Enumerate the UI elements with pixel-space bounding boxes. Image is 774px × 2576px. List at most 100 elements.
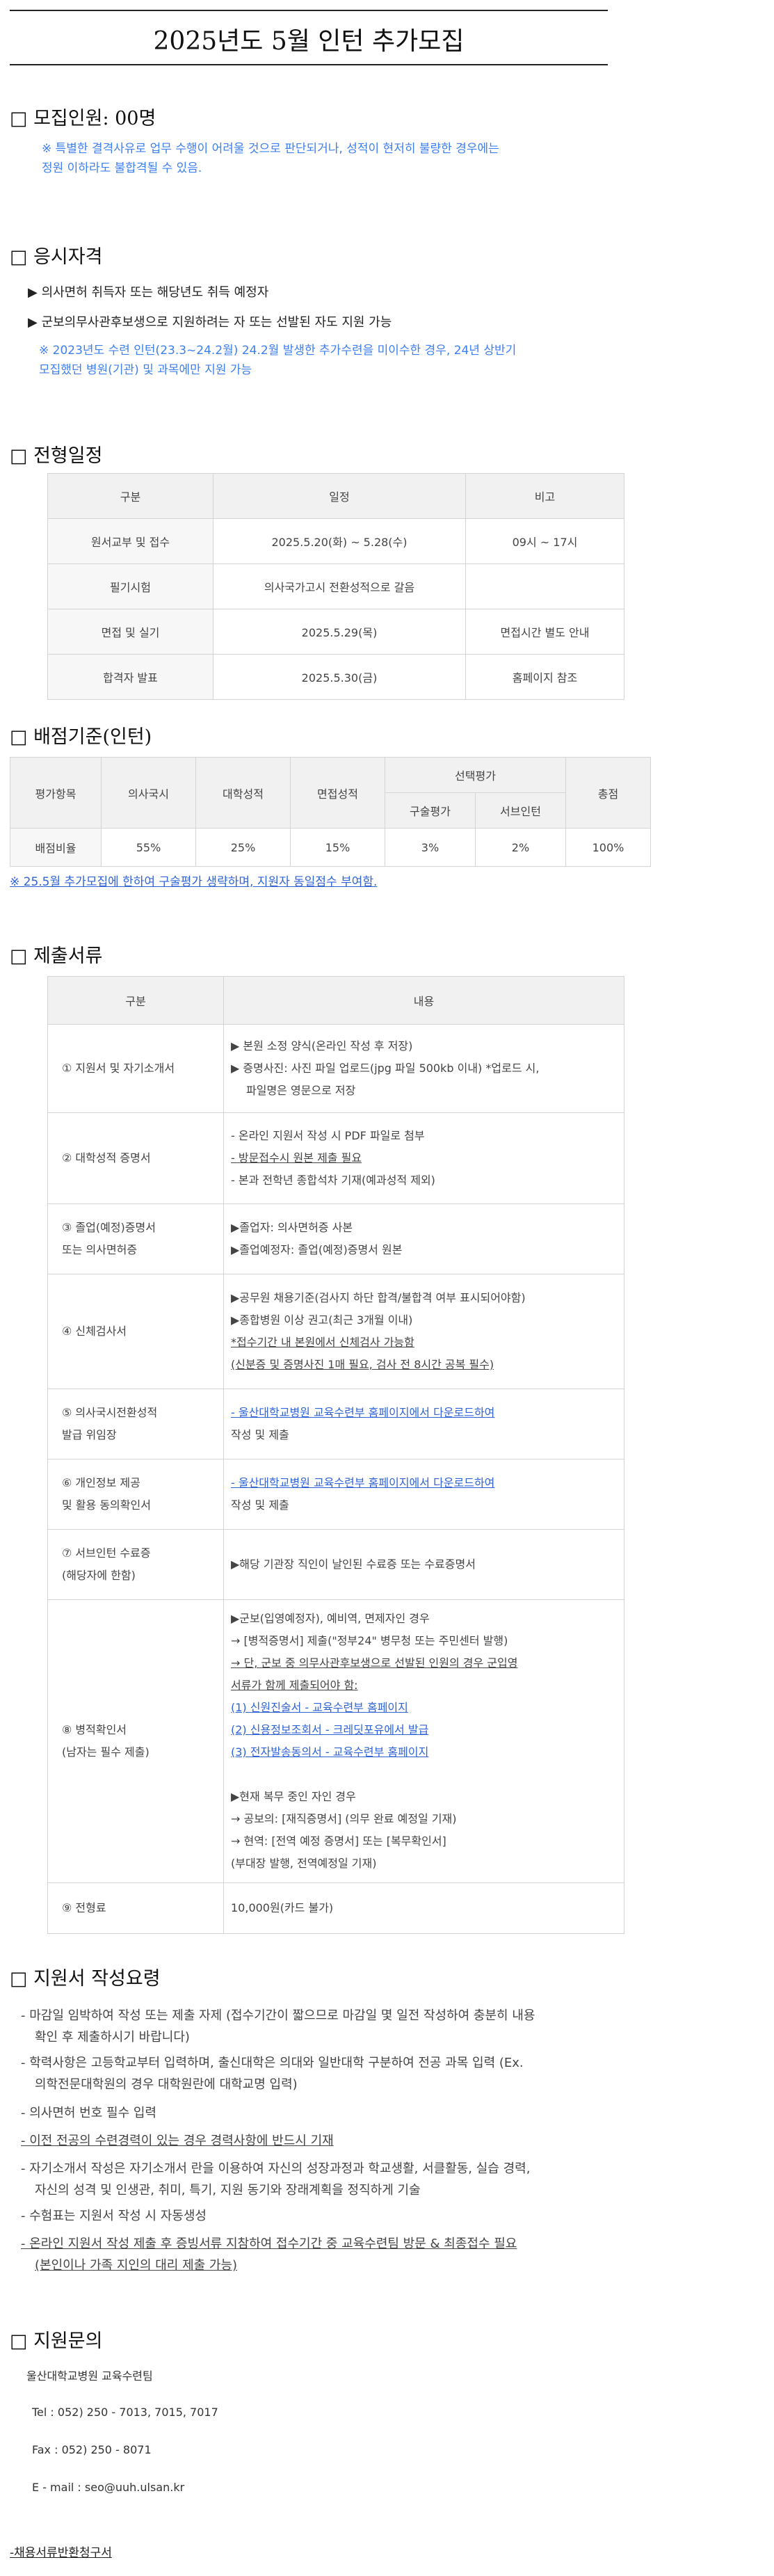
writing-item: - 온라인 지원서 작성 제출 후 증빙서류 지참하여 접수기간 중 교육수련팀… <box>21 2233 647 2276</box>
scoring-header: 선택평가 <box>385 757 566 793</box>
doc-content: - 온라인 지원서 작성 시 PDF 파일로 첨부 - 방문접수시 원본 제출 … <box>223 1112 624 1204</box>
schedule-col-header: 구분 <box>47 473 213 519</box>
scoring-header: 구술평가 <box>385 792 476 829</box>
writing-line: - 학력사항은 고등학교부터 입력하며, 출신대학은 의대와 일반대학 구분하여… <box>21 2056 524 2070</box>
doc-name: ① 지원서 및 자기소개서 <box>47 1024 224 1113</box>
doc-name-line: ⑤ 의사국시전환성적 <box>62 1406 158 1419</box>
documents-heading: □ 제출서류 <box>10 945 103 967</box>
writing-line: 자신의 성격 및 인생관, 취미, 특기, 지원 동기와 장래계획을 정직하게 … <box>35 2183 421 2198</box>
writing-item: - 마감일 임박하여 작성 또는 제출 자제 (접수기간이 짧으므로 마감일 몇… <box>21 2005 647 2048</box>
doc-name: ⑦ 서브인턴 수료증 (해당자에 한함) <box>47 1529 224 1600</box>
schedule-cell: 홈페이지 참조 <box>465 654 624 700</box>
doc-line: → [병적증명서] 제출("정부24" 병무청 또는 주민센터 발행) <box>231 1634 508 1647</box>
schedule-cell <box>465 563 624 609</box>
doc-name-line: 또는 의사면허증 <box>62 1243 138 1256</box>
documents-table: 구분 내용 ① 지원서 및 자기소개서 ▶ 본원 소정 양식(온라인 작성 후 … <box>47 976 624 1934</box>
writing-item: - 학력사항은 고등학교부터 입력하며, 출신대학은 의대와 일반대학 구분하여… <box>21 2052 647 2095</box>
schedule-cell: 원서교부 및 접수 <box>47 518 213 564</box>
homepage-link[interactable]: (3) 전자발송동의서 - 교육수련부 홈페이지 <box>231 1741 617 1763</box>
doc-line: ▶공무원 채용기준(검사지 하단 합격/불합격 여부 표시되어야함) <box>231 1291 526 1304</box>
schedule-table: 구분 일정 비고 원서교부 및 접수 2025.5.20(화) ~ 5.28(수… <box>47 473 624 700</box>
doc-line: ▶종합병원 이상 권고(최근 3개월 이내) <box>231 1313 413 1327</box>
schedule-cell: 09시 ~ 17시 <box>465 518 624 564</box>
doc-name-line: ⑨ 전형료 <box>62 1901 106 1914</box>
doc-line: ▶ 증명사진: 사진 파일 업로드(jpg 파일 500kb 이내) *업로드 … <box>231 1062 540 1075</box>
scoring-header: 총점 <box>565 757 651 829</box>
doc-content: - 울산대학교병원 교육수련부 홈페이지에서 다운로드하여 작성 및 제출 <box>223 1459 624 1530</box>
documents-col-header: 구분 <box>47 976 224 1025</box>
qualification-note: ※ 2023년도 수련 인턴(23.3~24.2월) 24.2월 발생한 추가수… <box>39 341 516 380</box>
writing-item: - 이전 전공의 수련경력이 있는 경우 경력사항에 반드시 기재 <box>21 2130 647 2152</box>
homepage-download-link[interactable]: - 울산대학교병원 교육수련부 홈페이지에서 다운로드하여 <box>231 1402 617 1424</box>
table-row: ③ 졸업(예정)증명서 또는 의사면허증 ▶졸업자: 의사면허증 사본 ▶졸업예… <box>47 1203 624 1274</box>
table-row: ⑨ 전형료 10,000원(카드 불가) <box>47 1882 624 1934</box>
scoring-cell: 15% <box>290 828 385 867</box>
doc-name-line: ⑧ 병적확인서 <box>62 1723 127 1736</box>
writing-line: 의학전문대학원의 경우 대학원란에 대학교명 입력) <box>35 2077 298 2092</box>
table-row: ② 대학성적 증명서 - 온라인 지원서 작성 시 PDF 파일로 첨부 - 방… <box>47 1112 624 1204</box>
homepage-download-link[interactable]: - 울산대학교병원 교육수련부 홈페이지에서 다운로드하여 <box>231 1472 617 1494</box>
scoring-cell: 3% <box>385 828 476 867</box>
doc-content: 10,000원(카드 불가) <box>223 1882 624 1934</box>
scoring-header: 평가항목 <box>10 757 102 829</box>
schedule-col-header: 일정 <box>213 473 466 519</box>
table-row: ⑦ 서브인턴 수료증 (해당자에 한함) ▶해당 기관장 직인이 날인된 수료증… <box>47 1529 624 1600</box>
doc-name: ⑧ 병적확인서 (남자는 필수 제출) <box>47 1599 224 1883</box>
contact-email: E - mail : seo@uuh.ulsan.kr <box>32 2481 185 2494</box>
writing-item: - 의사면허 번호 필수 입력 <box>21 2102 647 2124</box>
doc-content: ▶해당 기관장 직인이 날인된 수료증 또는 수료증명서 <box>223 1529 624 1600</box>
recruit-note-line: 정원 이하라도 불합격될 수 있음. <box>42 161 202 175</box>
qualification-item: ▶ 군보의무사관후보생으로 지원하려는 자 또는 선발된 자도 지원 가능 <box>28 315 392 330</box>
table-row: ⑥ 개인정보 제공 및 활용 동의확인서 - 울산대학교병원 교육수련부 홈페이… <box>47 1459 624 1530</box>
doc-line: - 온라인 지원서 작성 시 PDF 파일로 첨부 <box>231 1129 425 1142</box>
doc-line: 작성 및 제출 <box>231 1498 289 1512</box>
doc-line: → 현역: [전역 예정 증명서] 또는 [복무확인서] <box>231 1834 446 1848</box>
scoring-note: ※ 25.5월 추가모집에 한하여 구술평가 생략하며, 지원자 동일점수 부여… <box>10 875 378 889</box>
doc-name: ⑨ 전형료 <box>47 1882 224 1934</box>
documents-col-header: 내용 <box>223 976 624 1025</box>
doc-content: - 울산대학교병원 교육수련부 홈페이지에서 다운로드하여 작성 및 제출 <box>223 1389 624 1459</box>
qualification-item: ▶ 의사면허 취득자 또는 해당년도 취득 예정자 <box>28 285 269 300</box>
homepage-link[interactable]: (1) 신원진술서 - 교육수련부 홈페이지 <box>231 1697 617 1719</box>
schedule-cell: 면접시간 별도 안내 <box>465 609 624 655</box>
doc-content: ▶공무원 채용기준(검사지 하단 합격/불합격 여부 표시되어야함) ▶종합병원… <box>223 1274 624 1389</box>
creditforyou-link[interactable]: (2) 신용정보조회서 - 크레딧포유에서 발급 <box>231 1719 617 1741</box>
schedule-cell: 합격자 발표 <box>47 654 213 700</box>
writing-line: 확인 후 제출하시기 바랍니다) <box>35 2030 190 2045</box>
writing-line: - 이전 전공의 수련경력이 있는 경우 경력사항에 반드시 기재 <box>21 2134 334 2148</box>
doc-line: (신분증 및 증명사진 1매 필요, 검사 전 8시간 공복 필수) <box>231 1358 494 1371</box>
doc-line: ▶졸업자: 의사면허증 사본 <box>231 1221 353 1234</box>
schedule-cell: 필기시험 <box>47 563 213 609</box>
table-row: ⑧ 병적확인서 (남자는 필수 제출) ▶군보(입영예정자), 예비역, 면제자… <box>47 1599 624 1883</box>
table-row: 면접 및 실기 2025.5.29(목) 면접시간 별도 안내 <box>47 609 624 655</box>
schedule-cell: 2025.5.30(금) <box>213 654 466 700</box>
documents-header-row: 구분 내용 <box>47 976 624 1025</box>
scoring-cell: 100% <box>565 828 651 867</box>
doc-name-line: ④ 신체검사서 <box>62 1325 127 1338</box>
table-row: ① 지원서 및 자기소개서 ▶ 본원 소정 양식(온라인 작성 후 저장) ▶ … <box>47 1024 624 1113</box>
table-row: 배점비율 55% 25% 15% 3% 2% 100% <box>10 828 651 867</box>
doc-name: ⑤ 의사국시전환성적 발급 위임장 <box>47 1389 224 1459</box>
writing-line: - 온라인 지원서 작성 제출 후 증빙서류 지참하여 접수기간 중 교육수련팀… <box>21 2237 517 2251</box>
writing-line: - 의사면허 번호 필수 입력 <box>21 2106 156 2120</box>
doc-line: ▶해당 기관장 직인이 날인된 수료증 또는 수료증명서 <box>231 1558 476 1571</box>
doc-name-line: 발급 위임장 <box>62 1428 117 1441</box>
doc-line: ▶ 본원 소정 양식(온라인 작성 후 저장) <box>231 1039 413 1053</box>
doc-spacer <box>231 1763 617 1786</box>
schedule-cell: 2025.5.29(목) <box>213 609 466 655</box>
scoring-cell: 25% <box>195 828 291 867</box>
doc-name-line: (남자는 필수 제출) <box>62 1745 150 1759</box>
doc-line: (부대장 발행, 전역예정일 기재) <box>231 1857 377 1870</box>
table-row: ⑤ 의사국시전환성적 발급 위임장 - 울산대학교병원 교육수련부 홈페이지에서… <box>47 1389 624 1459</box>
schedule-header-row: 구분 일정 비고 <box>47 473 624 519</box>
writing-line: - 마감일 임박하여 작성 또는 제출 자제 (접수기간이 짧으므로 마감일 몇… <box>21 2008 535 2023</box>
scoring-header: 대학성적 <box>195 757 291 829</box>
document-return-request-link[interactable]: -채용서류반환청구서 <box>10 2543 112 2560</box>
writing-item: - 자기소개서 작성은 자기소개서 란을 이용하여 자신의 성장과정과 학교생활… <box>21 2158 647 2201</box>
recruit-note-line: ※ 특별한 결격사유로 업무 수행이 어려울 것으로 판단되거나, 성적이 현저… <box>42 142 499 156</box>
schedule-cell: 의사국가고시 전환성적으로 갈음 <box>213 563 466 609</box>
schedule-col-header: 비고 <box>465 473 624 519</box>
doc-name-line: (해당자에 한함) <box>62 1569 136 1582</box>
scoring-header: 서브인턴 <box>475 792 566 829</box>
doc-line: 10,000원(카드 불가) <box>231 1901 334 1914</box>
